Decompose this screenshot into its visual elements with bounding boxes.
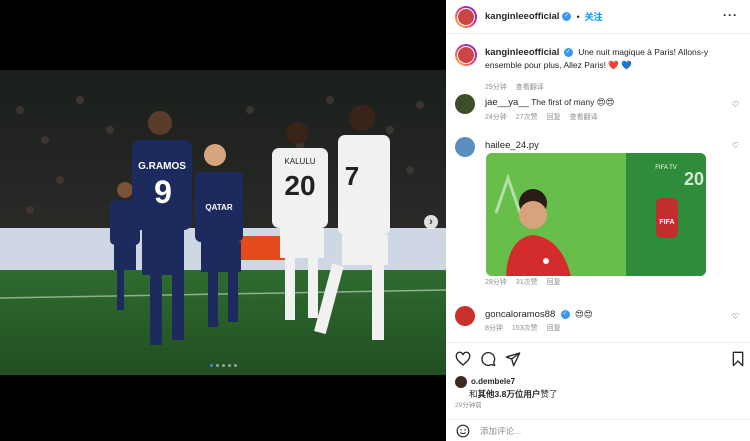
comment-icon[interactable] [480, 351, 496, 367]
post-side-panel: kanginleeofficial ✓ • 关注 ··· kanginleeof… [446, 0, 750, 441]
comment-like-heart-icon[interactable]: ♡ [732, 141, 739, 150]
commenter-avatar[interactable] [455, 306, 475, 326]
carousel-dot [233, 364, 237, 367]
liker-username[interactable]: o.dembele7 [471, 377, 515, 386]
comment-time: 28分钟 [485, 279, 507, 286]
caption-meta: 29分钟 查看翻译 [485, 82, 544, 92]
reply-button[interactable]: 回复 [547, 323, 561, 333]
comment-like-heart-icon[interactable]: ♡ [732, 312, 739, 321]
carousel-dot [221, 364, 225, 367]
reply-button[interactable]: 回复 [547, 112, 561, 122]
likes-text: 和其他3.8万位用户赞了 [469, 388, 557, 400]
gif-channel: FIFA TV [655, 165, 677, 171]
carousel-dot [227, 364, 231, 367]
carousel-dots [0, 364, 446, 367]
comment-meta-row: 28分钟 31次赞 回复 [455, 277, 740, 289]
comment-meta: 8分钟 153次赞 回复 [485, 323, 561, 333]
seven-number: 7 [345, 161, 359, 191]
comment-text-block: goncaloramos88 ✓ 😍😍 [485, 308, 722, 321]
gif-number: 20 [684, 169, 704, 189]
separator-dot: • [576, 11, 580, 22]
comment-text: The first of many 😍😍 [531, 97, 615, 107]
next-arrow-icon[interactable]: › [424, 215, 438, 229]
commenter-avatar[interactable] [455, 137, 475, 157]
caption-time: 29分钟 [485, 84, 507, 91]
action-bar [446, 342, 750, 376]
comment-time: 8分钟 [485, 325, 503, 332]
commenter-avatar[interactable] [455, 94, 475, 114]
comment-time: 24分钟 [485, 114, 507, 121]
post-timestamp: 29分钟前 [455, 402, 482, 409]
photo-illustration: G.RAMOS 9 QATAR KALULU 20 7 [0, 70, 446, 375]
comment: jae__ya__ The first of many 😍😍 24分钟 27次赞… [455, 94, 740, 124]
gif-badge: FIFA [659, 219, 674, 226]
caption-avatar[interactable] [455, 44, 477, 66]
bookmark-icon[interactable] [730, 351, 746, 367]
follow-button[interactable]: 关注 [585, 10, 603, 23]
comment-meta: 28分钟 31次赞 回复 [485, 277, 561, 287]
carousel-dot [209, 364, 213, 367]
verified-icon: ✓ [562, 12, 572, 21]
comment-input[interactable]: 添加评论... [480, 425, 521, 437]
comment-text: 😍😍 [575, 309, 593, 319]
see-translation-link[interactable]: 查看翻译 [570, 112, 598, 122]
comment-username[interactable]: goncaloramos88 [485, 309, 555, 320]
carousel-dot [215, 364, 219, 367]
see-translation-link[interactable]: 查看翻译 [516, 82, 544, 92]
comment-text-block: hailee_24.py [485, 139, 722, 152]
ramos-name: G.RAMOS [138, 161, 186, 172]
sponsor-text: QATAR [205, 203, 232, 212]
reply-button[interactable]: 回复 [547, 277, 561, 287]
add-comment-bar: 添加评论... [446, 419, 750, 441]
caption-text-block: kanginleeofficial ✓ Une nuit magique à P… [485, 46, 722, 72]
heart-icon[interactable] [455, 351, 471, 367]
kalulu-number: 20 [284, 170, 315, 201]
liker-avatar[interactable] [455, 376, 467, 388]
media-panel: G.RAMOS 9 QATAR KALULU 20 7 › [0, 0, 446, 441]
post-photo[interactable]: G.RAMOS 9 QATAR KALULU 20 7 › [0, 70, 446, 375]
comment-likes[interactable]: 31次赞 [516, 277, 538, 287]
comment-likes[interactable]: 153次赞 [512, 323, 538, 333]
likes-count[interactable]: 其他3.8万位用户 [478, 389, 541, 399]
caption-username[interactable]: kanginleeofficial [485, 47, 559, 58]
comment: goncaloramos88 ✓ 😍😍 8分钟 153次赞 回复 ♡ [455, 306, 740, 336]
kalulu-name: KALULU [284, 157, 315, 166]
likes-prefix: 和 [469, 389, 478, 399]
post-header: kanginleeofficial ✓ • 关注 ··· [446, 0, 750, 34]
comment-likes[interactable]: 27次赞 [516, 112, 538, 122]
comment-gif[interactable]: FIFA FIFA TV 20 [486, 153, 706, 276]
author-username[interactable]: kanginleeofficial [485, 11, 559, 22]
gif-illustration: FIFA FIFA TV 20 [486, 153, 706, 276]
verified-icon: ✓ [563, 48, 573, 58]
emoji-icon[interactable] [456, 424, 470, 438]
more-icon[interactable]: ··· [723, 8, 738, 22]
comment-username[interactable]: hailee_24.py [485, 140, 539, 151]
caption: kanginleeofficial ✓ Une nuit magique à P… [455, 44, 740, 91]
comment-like-heart-icon[interactable]: ♡ [732, 100, 739, 109]
likes-suffix: 赞了 [540, 389, 558, 399]
verified-icon: ✓ [560, 310, 570, 320]
author-avatar[interactable] [455, 5, 477, 28]
comment-meta: 24分钟 27次赞 回复 查看翻译 [485, 112, 598, 122]
share-icon[interactable] [505, 351, 521, 367]
ramos-number: 9 [154, 174, 172, 210]
comment-username[interactable]: jae__ya__ [485, 97, 529, 108]
comments-list[interactable]: kanginleeofficial ✓ Une nuit magique à P… [446, 34, 750, 342]
comment-text-block: jae__ya__ The first of many 😍😍 [485, 96, 722, 109]
